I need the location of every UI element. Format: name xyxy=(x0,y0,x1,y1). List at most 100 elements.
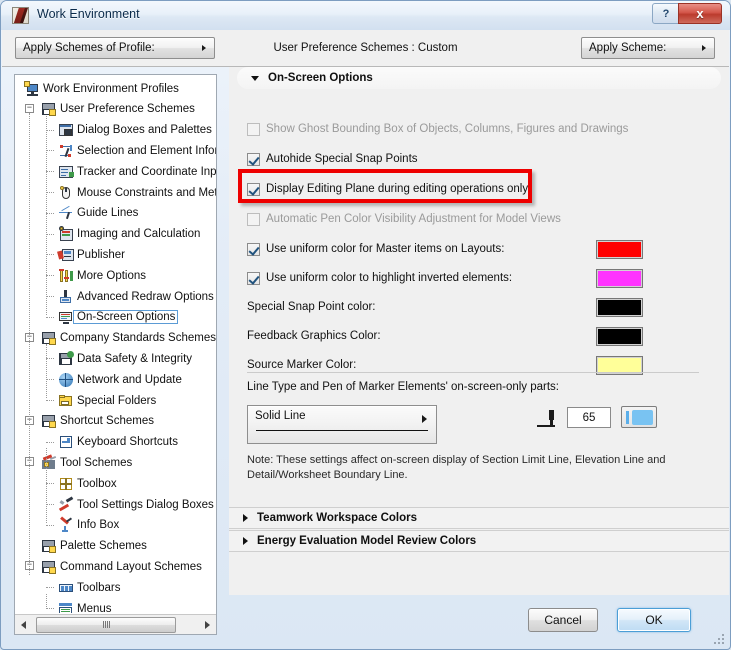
checkbox-row[interactable]: Display Editing Plane during editing ope… xyxy=(229,179,729,199)
app-icon xyxy=(12,7,29,24)
color-swatch[interactable] xyxy=(596,240,643,259)
resize-grip[interactable] xyxy=(712,632,724,644)
company-standards-icon xyxy=(41,330,57,346)
help-button[interactable]: ? xyxy=(652,3,680,24)
line-type-value: Solid Line xyxy=(255,410,306,422)
color-setting-label: Special Snap Point color: xyxy=(247,301,376,313)
checkbox-label: Show Ghost Bounding Box of Objects, Colu… xyxy=(266,123,629,135)
tree-item-label: Shortcut Schemes xyxy=(60,415,154,428)
checkbox[interactable] xyxy=(247,242,260,256)
tree-expander-collapse-icon[interactable]: − xyxy=(25,103,34,113)
tree-connector xyxy=(46,504,54,505)
tracker-icon xyxy=(58,164,74,180)
tree-connector xyxy=(46,587,54,589)
tree-connector xyxy=(46,316,54,318)
chevron-right-icon xyxy=(243,537,248,545)
tree-connector xyxy=(46,233,54,235)
toolbox-icon xyxy=(58,476,74,492)
chevron-right-icon xyxy=(422,415,427,423)
note-text: Note: These settings affect on-screen di… xyxy=(247,454,666,481)
tree-connector xyxy=(46,254,54,256)
color-swatch[interactable] xyxy=(596,327,643,346)
dialog-boxes-icon xyxy=(58,122,74,138)
guide-lines-icon xyxy=(58,205,74,221)
line-type-label: Line Type and Pen of Marker Elements' on… xyxy=(247,381,560,393)
apply-scheme-button[interactable]: Apply Scheme: xyxy=(581,37,715,59)
checkbox-row[interactable]: Automatic Pen Color Visibility Adjustmen… xyxy=(229,209,729,229)
palette-schemes-icon xyxy=(41,538,57,554)
publisher-icon xyxy=(57,247,74,263)
color-setting-label: Use uniform color for Master items on La… xyxy=(266,243,505,255)
titlebar: Work Environment ? x xyxy=(1,1,730,30)
color-setting-row[interactable]: Use uniform color for Master items on La… xyxy=(229,239,729,259)
scheme-tree[interactable]: Work Environment Profiles − User Preferenc… xyxy=(15,75,216,613)
chevron-down-icon xyxy=(251,75,259,81)
checkbox-label: Autohide Special Snap Points xyxy=(266,153,418,165)
tree-item-label: Mouse Constraints and Meth xyxy=(77,186,216,199)
section-title-energy: Energy Evaluation Model Review Colors xyxy=(257,535,477,547)
tree-item-work-environment-profiles[interactable]: Work Environment Profiles xyxy=(15,78,216,99)
tree-item-label: Tool Schemes xyxy=(60,456,133,469)
selection-icon xyxy=(58,143,74,159)
pen-number-input[interactable]: 65 xyxy=(567,407,611,428)
tree-guide-line xyxy=(46,344,47,399)
tree-connector xyxy=(46,400,54,401)
section-title-teamwork: Teamwork Workspace Colors xyxy=(257,512,417,524)
redraw-icon xyxy=(58,289,74,305)
tree-item-label: Palette Schemes xyxy=(60,540,147,553)
scheme-tree-panel: Work Environment Profiles − User Preferenc… xyxy=(14,74,217,635)
tree-connector xyxy=(46,129,54,131)
checkbox[interactable] xyxy=(247,212,260,226)
cancel-button[interactable]: Cancel xyxy=(528,608,598,632)
tree-connector xyxy=(46,358,54,360)
color-setting-row[interactable]: Feedback Graphics Color: xyxy=(229,326,729,346)
tree-connector xyxy=(46,150,54,152)
tree-item-label: Toolbox xyxy=(77,477,117,490)
chevron-right-icon xyxy=(702,45,706,51)
tree-item-label: Tracker and Coordinate Inpu xyxy=(77,165,216,178)
tree-item-label: Imaging and Calculation xyxy=(77,228,201,241)
tree-item-shortcut-schemes[interactable]: − Shortcut Schemes xyxy=(15,411,216,432)
checkbox[interactable] xyxy=(247,182,260,196)
checkbox[interactable] xyxy=(247,271,260,285)
tree-item-label: Work Environment Profiles xyxy=(43,82,179,95)
scheme-toolbar: Apply Schemes of Profile: User Preferenc… xyxy=(2,30,729,67)
color-setting-row[interactable]: Special Snap Point color: xyxy=(229,297,729,317)
pen-icon xyxy=(537,408,561,432)
tree-item-command-layout-schemes[interactable]: − Command Layout Schemes xyxy=(15,556,216,577)
color-swatch[interactable] xyxy=(596,269,643,288)
on-screen-icon xyxy=(58,309,74,325)
color-setting-row[interactable]: Use uniform color to highlight inverted … xyxy=(229,268,729,288)
mouse-icon xyxy=(58,185,74,201)
tree-item-label: Command Layout Schemes xyxy=(60,560,202,573)
section-header-energy-evaluation-colors[interactable]: Energy Evaluation Model Review Colors xyxy=(229,530,729,552)
close-button[interactable]: x xyxy=(678,3,722,24)
color-swatch[interactable] xyxy=(596,298,643,317)
profiles-icon xyxy=(24,80,40,97)
line-type-dropdown[interactable]: Solid Line xyxy=(247,405,437,444)
checkbox-row[interactable]: Show Ghost Bounding Box of Objects, Colu… xyxy=(229,119,729,139)
tree-item-label: Publisher xyxy=(77,248,125,261)
work-environment-dialog: Work Environment ? x Apply Schemes of Pr… xyxy=(0,0,731,650)
tree-item-label: Company Standards Schemes xyxy=(60,332,216,345)
tree-guide-line xyxy=(46,448,47,524)
pen-color-swatch[interactable] xyxy=(621,406,657,428)
user-pref-icon xyxy=(41,101,57,117)
checkbox-label: Display Editing Plane during editing ope… xyxy=(266,183,529,195)
checkbox[interactable] xyxy=(247,122,260,136)
section-header-teamwork-workspace-colors[interactable]: Teamwork Workspace Colors xyxy=(229,507,729,529)
toolbars-icon xyxy=(58,580,74,596)
line-type-preview xyxy=(256,430,428,431)
checkbox-label: Automatic Pen Color Visibility Adjustmen… xyxy=(266,213,561,225)
keyboard-icon xyxy=(58,434,74,450)
window-title: Work Environment xyxy=(37,7,140,21)
tree-item-palette-schemes[interactable]: Palette Schemes xyxy=(15,536,216,557)
tree-connector xyxy=(46,192,54,193)
checkbox-row[interactable]: Autohide Special Snap Points xyxy=(229,149,729,169)
ok-button[interactable]: OK xyxy=(617,608,691,632)
tree-item-label: Network and Update xyxy=(77,373,182,386)
checkbox[interactable] xyxy=(247,152,260,166)
tree-item-label: Advanced Redraw Options xyxy=(77,290,214,303)
section-header-on-screen-options[interactable]: On-Screen Options xyxy=(237,67,721,89)
tree-item-label: Toolbars xyxy=(77,581,121,594)
